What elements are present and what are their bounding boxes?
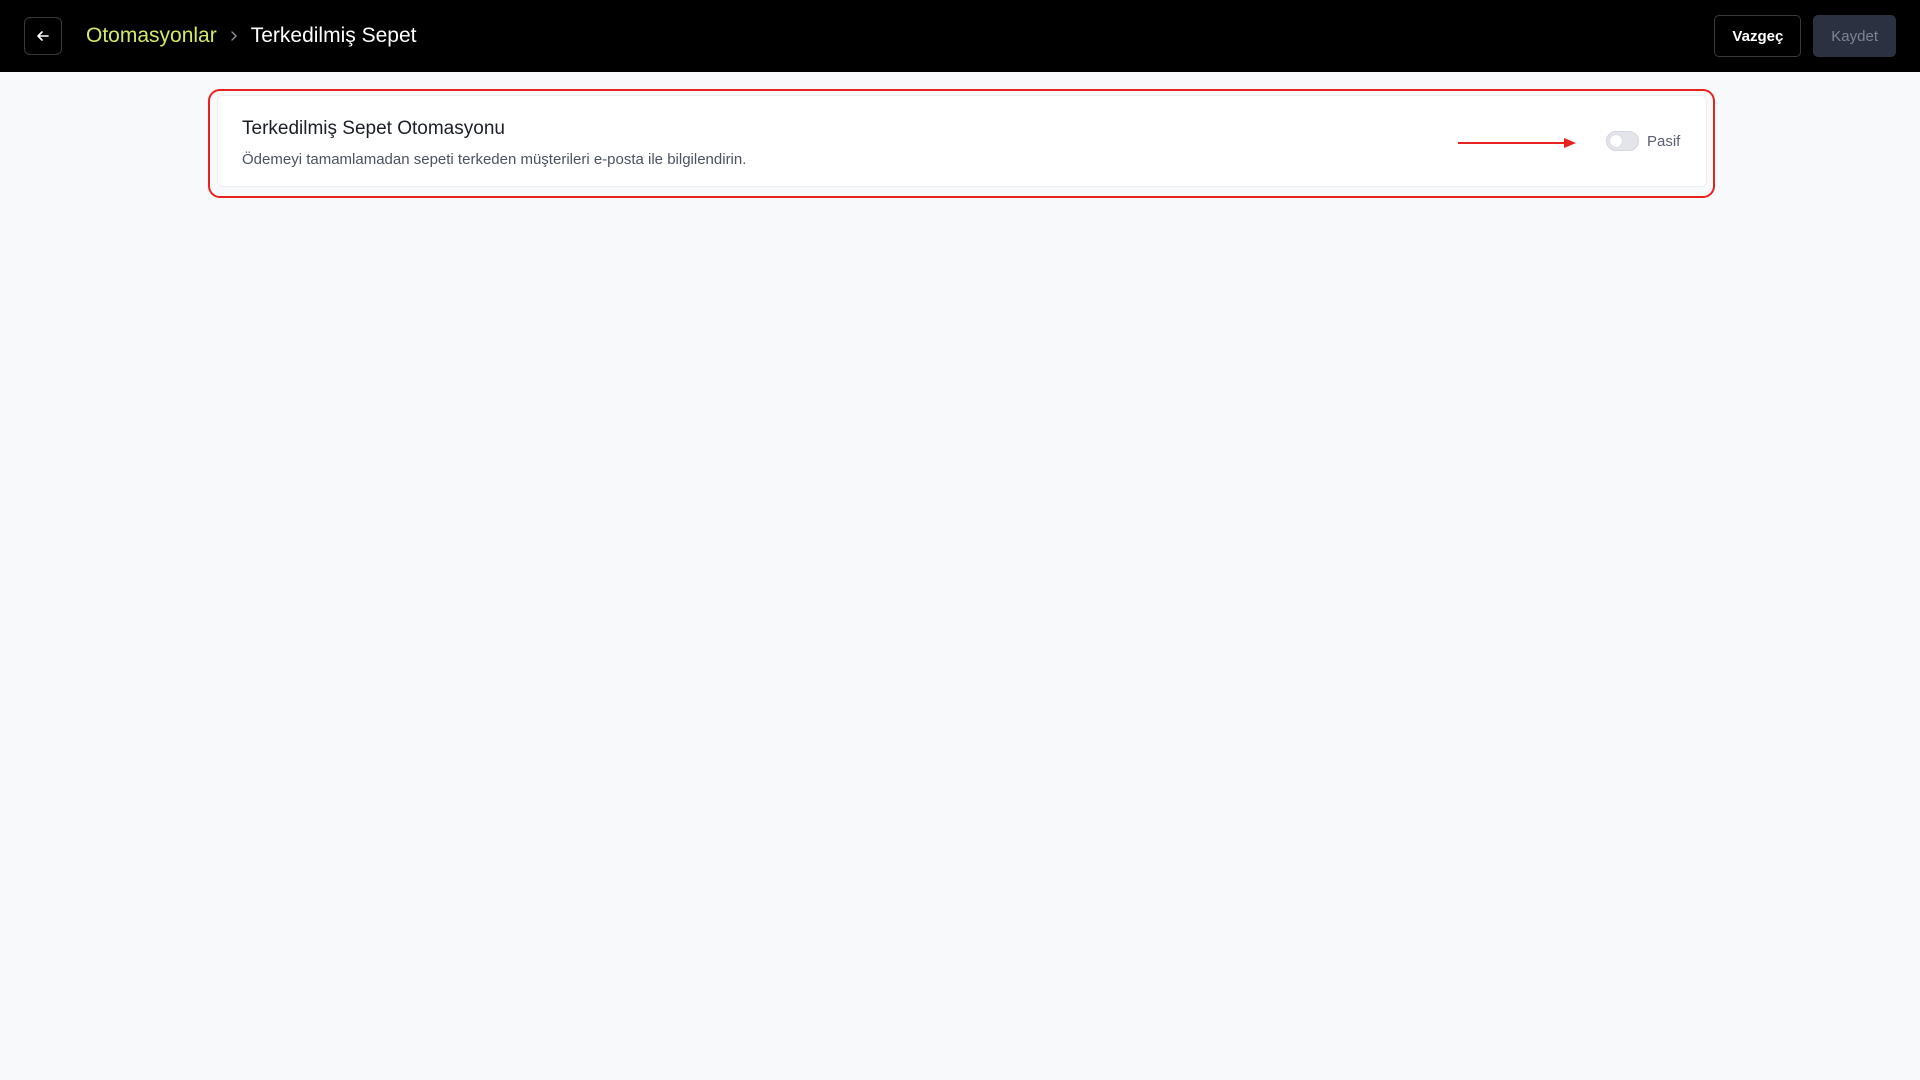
breadcrumb-link-automations[interactable]: Otomasyonlar [86,24,217,48]
breadcrumb: Otomasyonlar Terkedilmiş Sepet [86,24,416,48]
cancel-button[interactable]: Vazgeç [1714,15,1802,57]
card-description: Ödemeyi tamamlamadan sepeti terkeden müş… [242,151,747,168]
chevron-right-icon [229,30,239,42]
card-title: Terkedilmiş Sepet Otomasyonu [242,118,505,139]
arrow-left-icon [37,31,49,41]
arrow-right-icon [1458,138,1576,148]
status-toggle-group: Pasif [1606,131,1680,151]
toggle-knob [1610,135,1622,147]
status-label: Pasif [1647,132,1681,150]
header-actions: Vazgeç Kaydet [1714,15,1896,57]
status-toggle[interactable] [1606,131,1639,151]
save-button[interactable]: Kaydet [1813,15,1896,57]
back-button[interactable] [24,17,62,55]
top-bar: Otomasyonlar Terkedilmiş Sepet Vazgeç Ka… [0,0,1920,72]
page-title: Terkedilmiş Sepet [250,24,417,47]
